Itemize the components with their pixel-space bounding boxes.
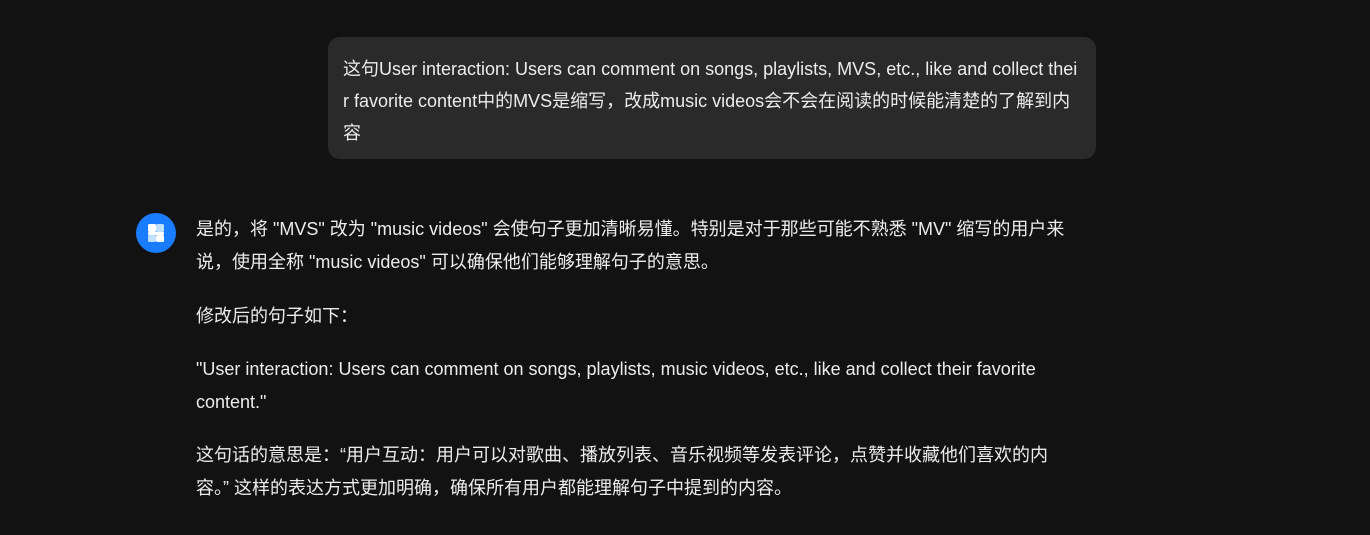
assistant-paragraph: 是的，将 "MVS" 改为 "music videos" 会使句子更加清晰易懂。… [196,219,1065,272]
assistant-message: 是的，将 "MVS" 改为 "music videos" 会使句子更加清晰易懂。… [196,213,1076,525]
user-message-bubble: 这句User interaction: Users can comment on… [328,37,1096,159]
assistant-paragraph: 修改后的句子如下： [196,306,358,326]
assistant-logo-icon [148,224,164,242]
assistant-paragraph: "User interaction: Users can comment on … [196,359,1036,412]
chat-page: 这句User interaction: Users can comment on… [0,0,1370,535]
assistant-paragraph: 这句话的意思是：“用户互动：用户可以对歌曲、播放列表、音乐视频等发表评论，点赞并… [196,445,1048,498]
assistant-avatar [136,213,176,253]
user-message-text: 这句User interaction: Users can comment on… [343,59,1078,143]
